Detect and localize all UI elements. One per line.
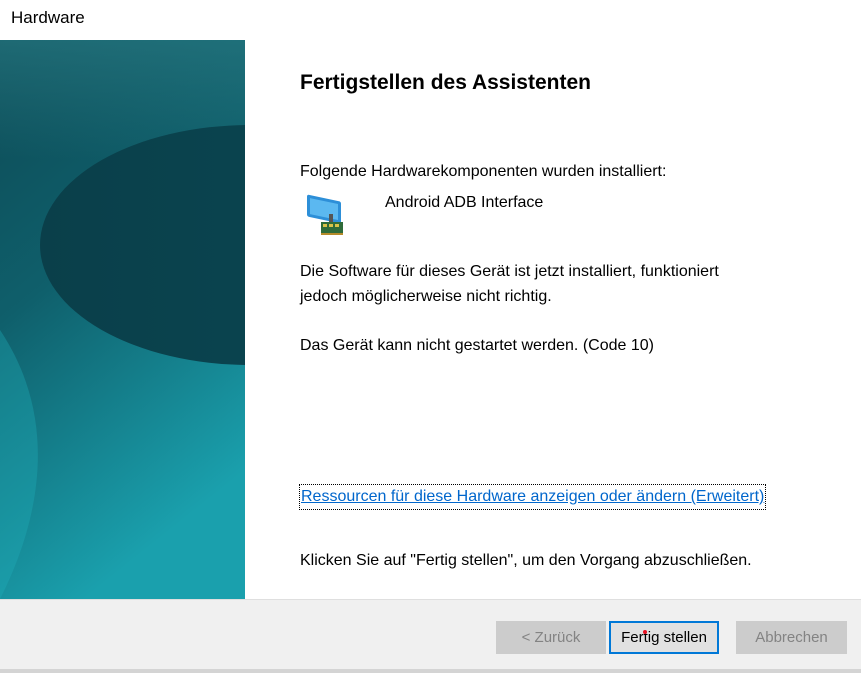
wizard-heading: Fertigstellen des Assistenten [300, 71, 591, 94]
device-error-message: Das Gerät kann nicht gestartet werden. (… [300, 337, 654, 354]
network-adapter-icon [305, 192, 347, 236]
back-button[interactable]: < Zurück [496, 621, 606, 654]
wizard-content: Fertigstellen des Assistenten Folgende H… [245, 40, 861, 599]
software-status-line-2: jedoch möglicherweise nicht richtig. [300, 288, 552, 305]
software-status-line-1: Die Software für dieses Gerät ist jetzt … [300, 263, 719, 280]
window-title: Hardware [11, 8, 85, 27]
window-bottom-edge [0, 669, 861, 673]
software-status-text: Die Software für dieses Gerät ist jetzt … [300, 259, 719, 309]
mouse-cursor-indicator [643, 630, 647, 634]
finish-button[interactable]: Fertig stellen [609, 621, 719, 654]
finish-instruction: Klicken Sie auf "Fertig stellen", um den… [300, 552, 752, 569]
button-bar: < Zurück Fertig stellen Abbrechen [0, 599, 861, 673]
view-resources-link[interactable]: Ressourcen für diese Hardware anzeigen o… [299, 484, 767, 510]
wizard-banner-image [0, 40, 245, 599]
cancel-button[interactable]: Abbrechen [736, 621, 847, 654]
installed-label: Folgende Hardwarekomponenten wurden inst… [300, 163, 667, 180]
device-name: Android ADB Interface [385, 194, 544, 211]
banner-graphic [0, 40, 245, 599]
title-bar: Hardware [0, 0, 861, 40]
